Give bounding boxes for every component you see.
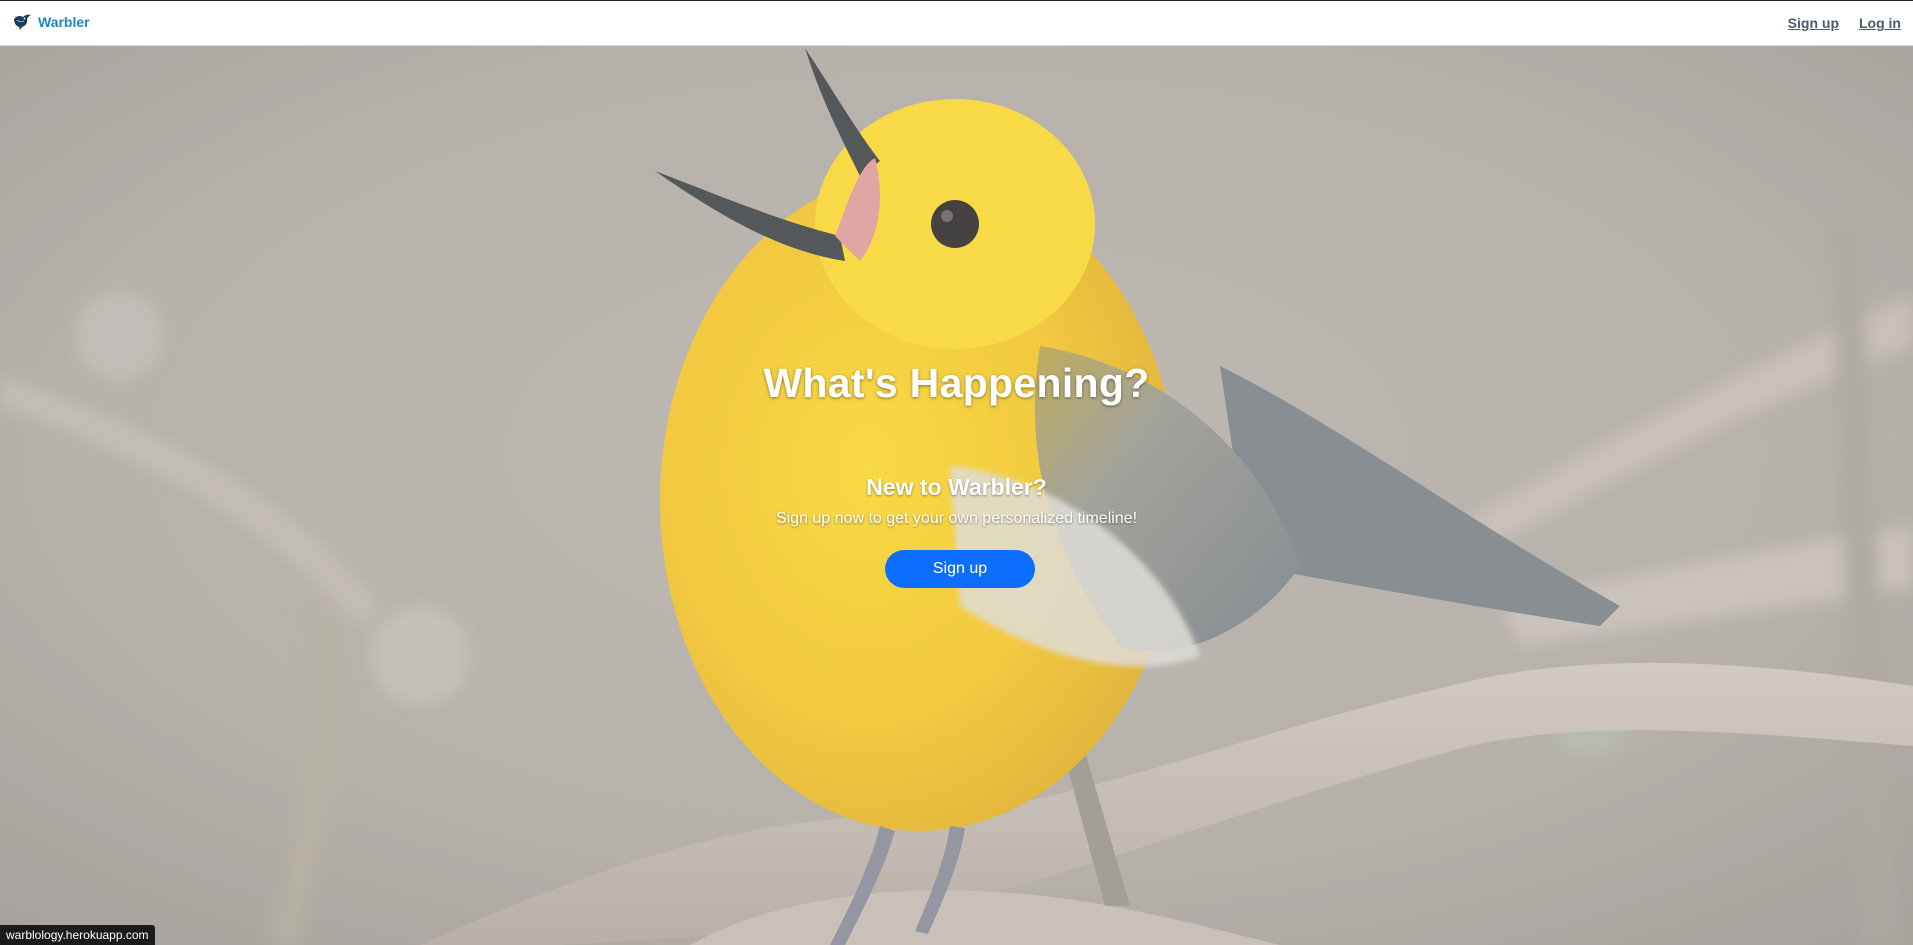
hero-signup-button[interactable]: Sign up bbox=[885, 550, 1035, 588]
navbar: Warbler Sign up Log in bbox=[0, 1, 1913, 46]
brand-link[interactable]: Warbler bbox=[12, 13, 90, 31]
page: Warbler Sign up Log in What's Happening?… bbox=[0, 0, 1913, 945]
hero-content: What's Happening? New to Warbler? Sign u… bbox=[0, 46, 1913, 945]
hero-tagline: Sign up now to get your own personalized… bbox=[775, 510, 1138, 527]
status-bar-url: warblology.herokuapp.com bbox=[0, 925, 155, 945]
hero-section: What's Happening? New to Warbler? Sign u… bbox=[0, 46, 1913, 945]
nav-login-link[interactable]: Log in bbox=[1859, 15, 1901, 31]
bird-logo-icon bbox=[14, 14, 31, 30]
hero-title: What's Happening? bbox=[763, 360, 1150, 406]
hero-subtitle: New to Warbler? bbox=[866, 474, 1047, 500]
nav-links: Sign up Log in bbox=[1788, 15, 1901, 31]
brand-name: Warbler bbox=[38, 14, 90, 30]
nav-signup-link[interactable]: Sign up bbox=[1788, 15, 1839, 31]
